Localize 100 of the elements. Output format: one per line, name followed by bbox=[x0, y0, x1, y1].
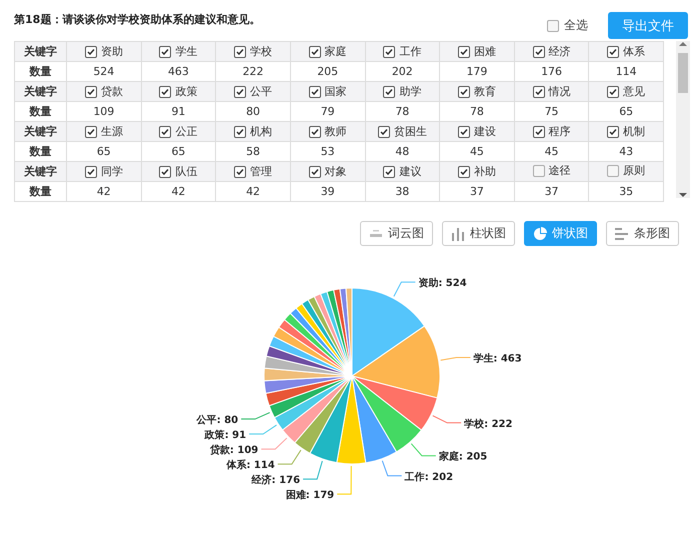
scroll-up-icon[interactable] bbox=[679, 41, 687, 47]
checkbox[interactable] bbox=[308, 126, 321, 138]
leader-line bbox=[432, 415, 462, 424]
checkbox[interactable] bbox=[234, 166, 246, 178]
checkbox[interactable] bbox=[458, 126, 470, 138]
checkmark-icon bbox=[86, 88, 95, 96]
checkbox[interactable] bbox=[532, 126, 545, 138]
checkbox[interactable] bbox=[532, 86, 545, 98]
checkbox[interactable] bbox=[383, 166, 396, 178]
checkbox[interactable] bbox=[547, 20, 559, 32]
table-cell: 202 bbox=[365, 62, 440, 82]
checkbox[interactable] bbox=[308, 46, 321, 58]
checkbox[interactable] bbox=[607, 46, 620, 58]
table-cell: 42 bbox=[216, 182, 290, 202]
checkmark-icon bbox=[534, 88, 543, 96]
checkmark-icon bbox=[310, 88, 319, 96]
table-cell: 179 bbox=[440, 62, 514, 82]
keyword-label: 学生 bbox=[175, 44, 198, 59]
chart-tab[interactable]: 条形图 bbox=[606, 221, 679, 246]
table-cell: 524 bbox=[66, 62, 142, 82]
slice-label: 学校: 222 bbox=[464, 418, 512, 430]
question-title: 第18题：请谈谈你对学校资助体系的建议和意见。 bbox=[14, 12, 260, 27]
checkbox[interactable] bbox=[308, 86, 321, 98]
checkbox[interactable] bbox=[234, 46, 246, 58]
keyword-label: 建议 bbox=[399, 164, 422, 179]
checkmark-icon bbox=[310, 128, 319, 136]
table-cell: 58 bbox=[216, 142, 290, 162]
checkbox[interactable] bbox=[84, 126, 97, 138]
chart-tab[interactable]: 柱状图 bbox=[442, 221, 515, 246]
scroll-down-icon[interactable] bbox=[679, 192, 687, 198]
keyword-label: 教育 bbox=[474, 84, 496, 99]
slice-label: 资助: 524 bbox=[418, 278, 467, 290]
checkbox[interactable] bbox=[458, 166, 470, 178]
checkbox[interactable] bbox=[234, 126, 246, 138]
checkmark-icon bbox=[385, 88, 394, 96]
checkbox[interactable] bbox=[159, 86, 172, 98]
table-cell: 222 bbox=[216, 62, 290, 82]
row-header: 关键字 bbox=[14, 42, 66, 62]
slice-label: 政策: 91 bbox=[204, 430, 246, 442]
keyword-label: 同学 bbox=[100, 164, 123, 179]
leader-line bbox=[277, 450, 302, 465]
table-cell: 205 bbox=[290, 62, 365, 82]
table-cell: 114 bbox=[588, 62, 664, 82]
checkmark-icon bbox=[534, 128, 543, 136]
table-cell: 65 bbox=[66, 142, 142, 162]
slice-label: 经济: 176 bbox=[252, 475, 300, 486]
leader-line bbox=[260, 438, 288, 450]
checkbox[interactable] bbox=[378, 126, 390, 138]
scrollbar-thumb[interactable] bbox=[678, 53, 688, 93]
checkbox[interactable] bbox=[458, 86, 470, 98]
keyword-label: 公正 bbox=[175, 124, 198, 139]
table-cell: 48 bbox=[365, 142, 440, 162]
table-cell: 91 bbox=[141, 102, 216, 122]
checkbox[interactable] bbox=[84, 46, 97, 58]
table-cell: 80 bbox=[216, 102, 290, 122]
checkbox[interactable] bbox=[159, 166, 172, 178]
checkbox[interactable] bbox=[159, 126, 172, 138]
checkbox[interactable] bbox=[532, 164, 545, 177]
slice-label: 学生: 463 bbox=[473, 354, 522, 364]
checkmark-icon bbox=[380, 128, 388, 136]
checkmark-icon bbox=[236, 48, 244, 56]
checkmark-icon bbox=[460, 128, 468, 136]
keyword-label: 助学 bbox=[399, 84, 422, 99]
scrollbar[interactable] bbox=[676, 41, 690, 198]
checkbox[interactable] bbox=[84, 166, 97, 178]
checkmark-icon bbox=[86, 168, 95, 176]
table-cell: 35 bbox=[588, 182, 664, 202]
checkbox[interactable] bbox=[607, 164, 620, 177]
checkmark-icon bbox=[460, 88, 468, 96]
checkbox[interactable] bbox=[383, 46, 396, 58]
row-header: 数量 bbox=[14, 142, 66, 162]
keyword-label: 程序 bbox=[548, 124, 571, 139]
table-cell: 42 bbox=[66, 182, 142, 202]
slice-label: 家庭: 205 bbox=[438, 452, 488, 463]
checkmark-icon bbox=[161, 88, 170, 96]
pie-chart-icon bbox=[533, 226, 547, 240]
keyword-label: 工作 bbox=[399, 44, 422, 59]
checkbox[interactable] bbox=[84, 86, 97, 98]
table-cell: 45 bbox=[440, 142, 514, 162]
checkbox[interactable] bbox=[532, 46, 545, 58]
checkbox[interactable] bbox=[383, 86, 396, 98]
table-cell: 37 bbox=[514, 182, 589, 202]
leader-line bbox=[302, 460, 323, 480]
chart-tab[interactable]: 词云图 bbox=[360, 221, 433, 246]
keyword-label: 教师 bbox=[324, 124, 347, 139]
leader-line bbox=[382, 460, 402, 476]
table-cell: 176 bbox=[514, 62, 589, 82]
checkbox[interactable] bbox=[234, 86, 246, 98]
checkmark-icon bbox=[460, 48, 468, 56]
checkbox[interactable] bbox=[159, 46, 172, 58]
table-cell: 463 bbox=[141, 62, 216, 82]
bar-chart-icon bbox=[451, 226, 465, 240]
checkbox[interactable] bbox=[607, 126, 620, 138]
keyword-label: 意见 bbox=[623, 84, 646, 99]
checkbox[interactable] bbox=[308, 166, 321, 178]
keyword-label: 政策 bbox=[175, 84, 198, 99]
keyword-label: 机构 bbox=[250, 124, 272, 139]
checkbox[interactable] bbox=[607, 86, 620, 98]
checkmark-icon bbox=[534, 48, 543, 56]
checkbox[interactable] bbox=[458, 46, 470, 58]
